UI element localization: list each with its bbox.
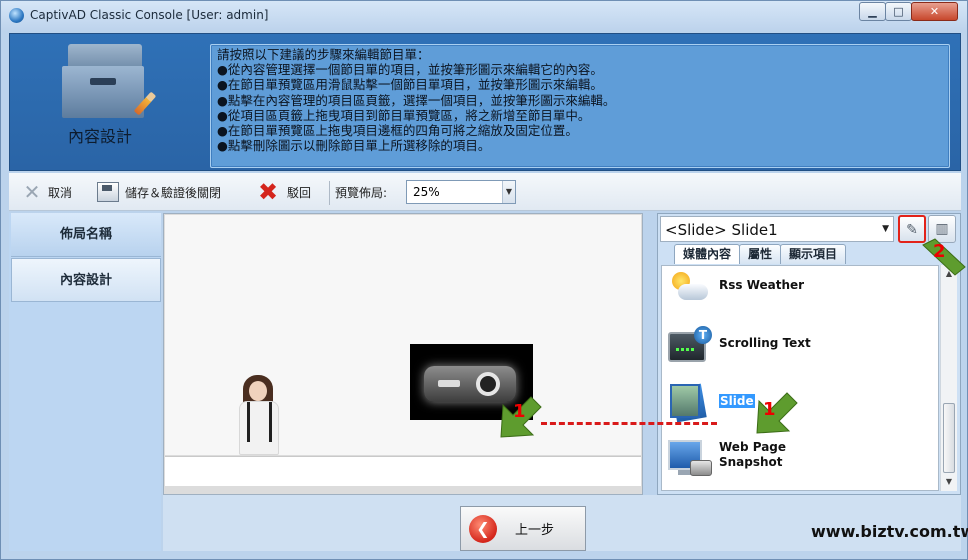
- left-nav: 佈局名稱 內容設計: [9, 213, 161, 551]
- list-item-label: Slide: [719, 394, 755, 408]
- nav-item-content-design[interactable]: 內容設計: [11, 258, 161, 302]
- instructions-box: 請按照以下建議的步驟來編輯節目單： ●從內容管理選擇一個節目單的項目，並按筆形圖…: [210, 44, 950, 168]
- back-arrow-icon: ❮: [469, 514, 497, 543]
- maximize-button[interactable]: □: [885, 2, 912, 21]
- item-select-value: <Slide> Slide1: [665, 221, 778, 239]
- chevron-down-icon[interactable]: ▼: [882, 224, 889, 234]
- person-photo[interactable]: [235, 375, 285, 455]
- instruction-line: ●點擊刪除圖示以刪除節目單上所選移除的項目。: [217, 138, 491, 154]
- list-item-label: Rss Weather: [719, 278, 805, 292]
- reject-button[interactable]: ✖ 駁回: [255, 178, 312, 206]
- item-select[interactable]: <Slide> Slide1 ▼: [660, 216, 894, 242]
- zoom-label: 預覽佈局:: [335, 185, 388, 200]
- scroll-thumb[interactable]: [943, 403, 955, 473]
- app-window: CaptivAD Classic Console [User: admin] ▁…: [0, 0, 968, 560]
- toolbar: ✕ 取消 儲存＆驗證後關閉 ✖ 駁回 預覽佈局: 25% ▼: [9, 173, 961, 211]
- list-item[interactable]: T Scrolling Text: [666, 322, 936, 374]
- app-logo-icon: [9, 8, 24, 23]
- list-item-label: Scrolling Text: [719, 336, 811, 350]
- instruction-line: ●在節目單預覽區用滑鼠點擊一個節目單項目，並按筆形圖示來編輯。: [217, 77, 603, 93]
- zoom-value: 25%: [413, 185, 440, 199]
- content-design-header: 內容設計 請按照以下建議的步驟來編輯節目單： ●從內容管理選擇一個節目單的項目，…: [9, 33, 961, 171]
- save-icon: [97, 182, 119, 202]
- panel-tabs: 媒體內容 屬性 顯示項目: [674, 244, 847, 264]
- reject-label: 駁回: [287, 185, 312, 200]
- list-item[interactable]: Web Page Snapshot: [666, 434, 936, 486]
- preview-canvas[interactable]: [165, 215, 641, 455]
- window-title: CaptivAD Classic Console [User: admin]: [30, 8, 269, 22]
- green-arrow-icon: [756, 392, 798, 434]
- minimize-button[interactable]: ▁: [859, 2, 886, 21]
- instruction-line: ●在節目單預覽區上拖曳項目邊框的四角可將之縮放及固定位置。: [217, 123, 578, 139]
- nav-item-layout-name[interactable]: 佈局名稱: [11, 213, 161, 257]
- chevron-down-icon[interactable]: ▼: [502, 181, 515, 203]
- cancel-label: 取消: [48, 185, 73, 200]
- cancel-icon: ✕: [23, 180, 41, 204]
- paperclip-icon: ✎: [906, 222, 918, 238]
- rss-weather-icon: [668, 270, 712, 310]
- instruction-line: ●從項目區頁籤上拖曳項目到節目單預覽區，將之新增至節目單中。: [217, 107, 591, 123]
- scrolling-text-icon: T: [668, 326, 712, 366]
- instruction-line: ●點擊在內容管理的項目區頁籤，選擇一個項目，並按筆形圖示來編輯。: [217, 92, 616, 108]
- web-page-snapshot-icon: [668, 438, 712, 478]
- close-button[interactable]: ✕: [911, 2, 958, 21]
- content-management-panel: <Slide> Slide1 ▼ ✎ ▥ 媒體內容 屬性 顯示項目 Rss We…: [657, 213, 961, 495]
- list-item[interactable]: Rss Weather: [666, 266, 936, 318]
- website-watermark: www.biztv.com.tw: [811, 522, 968, 541]
- instruction-line: ●從內容管理選擇一個節目單的項目，並按筆形圖示來編輯它的內容。: [217, 62, 603, 78]
- playlist-preview[interactable]: [163, 213, 643, 495]
- list-scrollbar[interactable]: ▲ ▼: [940, 265, 957, 491]
- scroll-down-icon[interactable]: ▼: [941, 474, 957, 490]
- save-and-close-label: 儲存＆驗證後關閉: [125, 185, 222, 200]
- reject-icon: ✖: [257, 178, 279, 206]
- cancel-button[interactable]: ✕ 取消: [23, 181, 72, 203]
- drag-annotation-line: [541, 422, 717, 425]
- trash-icon: ▥: [935, 221, 949, 237]
- previous-step-label: 上一步: [515, 523, 555, 538]
- file-cabinet-icon: [62, 44, 157, 124]
- preview-ticker-area[interactable]: [165, 456, 641, 486]
- save-and-close-button[interactable]: 儲存＆驗證後關閉: [97, 181, 221, 203]
- zoom-select[interactable]: 25% ▼: [406, 180, 516, 204]
- media-list: Rss Weather T Scrolling Text Slide Web P…: [661, 265, 939, 491]
- step-number-1: 1: [513, 401, 526, 422]
- section-title: 內容設計: [68, 127, 133, 146]
- tab-display-items[interactable]: 顯示項目: [780, 244, 847, 264]
- step-number-2: 2: [933, 241, 946, 262]
- slide-icon: [668, 382, 712, 423]
- tab-properties[interactable]: 屬性: [739, 244, 782, 264]
- list-item-label: Web Page Snapshot: [719, 440, 787, 469]
- tab-media-content[interactable]: 媒體內容: [674, 244, 741, 264]
- toolbar-separator: [329, 181, 330, 205]
- instruction-line: 請按照以下建議的步驟來編輯節目單：: [217, 47, 430, 62]
- title-bar: CaptivAD Classic Console [User: admin] ▁…: [1, 1, 967, 31]
- step-number-1: 1: [763, 399, 776, 420]
- previous-step-button[interactable]: ❮ 上一步: [460, 506, 586, 551]
